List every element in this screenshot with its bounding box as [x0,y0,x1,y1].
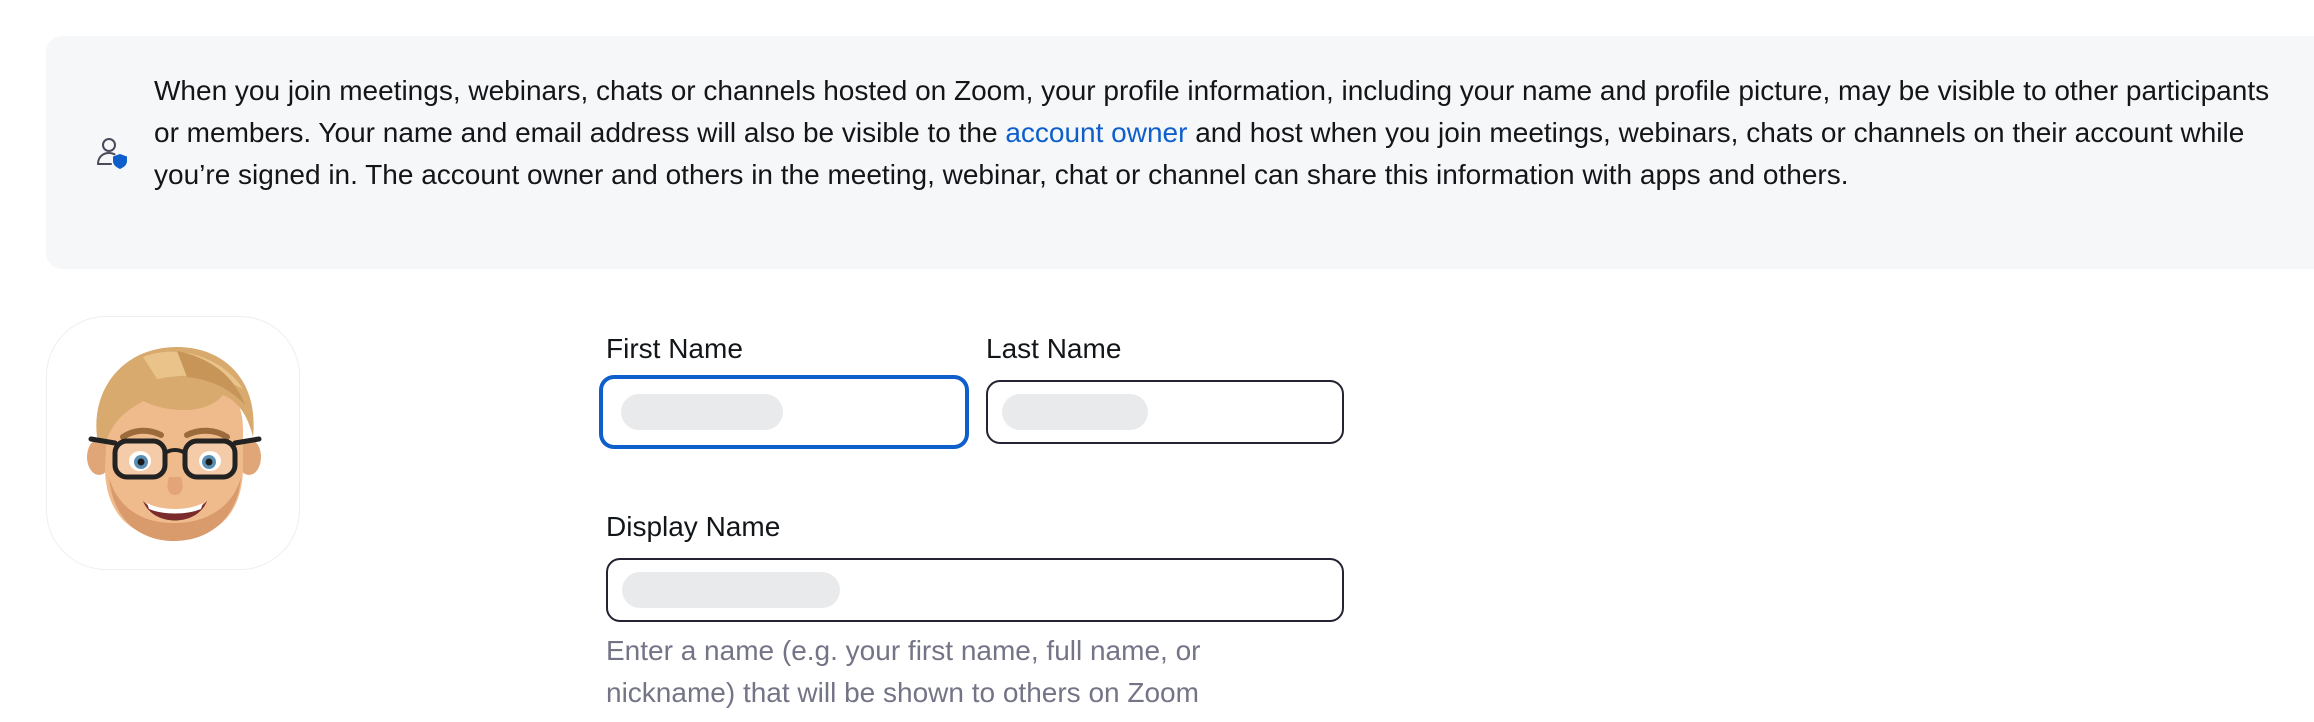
display-name-label: Display Name [606,511,781,542]
first-name-input[interactable] [600,376,968,448]
last-name-label: Last Name [986,333,1122,364]
display-name-input[interactable] [606,558,1344,622]
display-name-value [622,572,840,608]
user-shield-icon [94,134,130,170]
first-name-label: First Name [606,333,743,364]
first-name-value [621,394,783,430]
profile-avatar[interactable] [46,316,300,570]
last-name-input[interactable] [986,380,1344,444]
display-name-helper-text: Enter a name (e.g. your first name, full… [606,635,1201,708]
profile-visibility-notice: When you join meetings, webinars, chats … [46,36,2314,269]
notice-text: When you join meetings, webinars, chats … [154,70,2274,196]
last-name-value [1002,394,1148,430]
account-owner-link[interactable]: account owner [1005,117,1187,148]
memoji-avatar-icon [87,347,262,541]
